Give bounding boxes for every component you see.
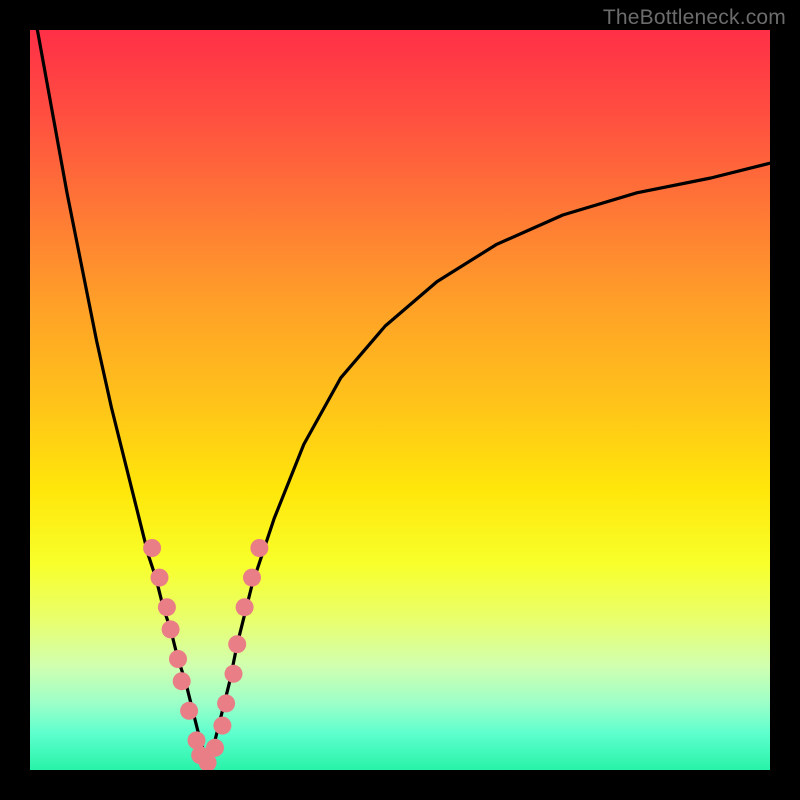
bottleneck-curve xyxy=(37,30,770,763)
chart-container: TheBottleneck.com xyxy=(0,0,800,800)
highlight-marker xyxy=(217,694,235,712)
highlight-marker xyxy=(250,539,268,557)
highlight-marker xyxy=(151,569,169,587)
highlight-marker xyxy=(169,650,187,668)
highlight-marker xyxy=(206,739,224,757)
highlight-marker xyxy=(143,539,161,557)
highlight-marker xyxy=(236,598,254,616)
highlight-marker xyxy=(162,620,180,638)
highlight-marker xyxy=(228,635,246,653)
highlight-marker xyxy=(173,672,191,690)
curve-svg xyxy=(30,30,770,770)
highlight-marker xyxy=(225,665,243,683)
highlight-marker xyxy=(243,569,261,587)
highlight-marker xyxy=(213,717,231,735)
plot-area xyxy=(30,30,770,770)
highlight-marker xyxy=(180,702,198,720)
highlight-marker xyxy=(158,598,176,616)
watermark-text: TheBottleneck.com xyxy=(603,6,786,30)
